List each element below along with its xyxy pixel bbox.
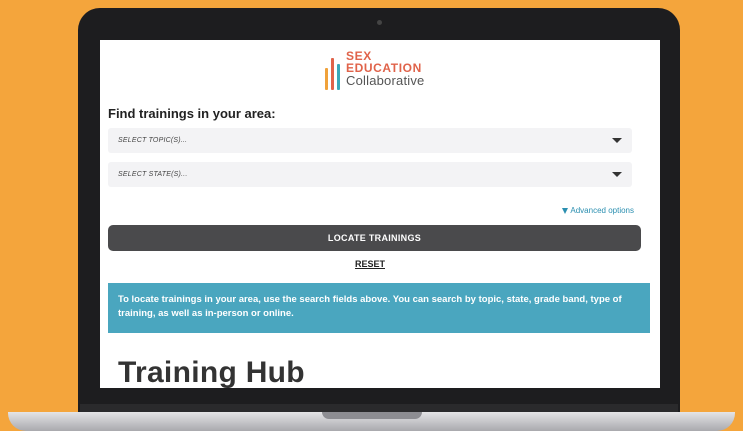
caret-down-icon xyxy=(612,138,622,143)
filter-icon xyxy=(562,207,569,214)
find-trainings-heading: Find trainings in your area: xyxy=(108,106,276,121)
camera-dot xyxy=(377,20,382,25)
state-select-placeholder: SELECT STATE(S)... xyxy=(118,171,188,178)
laptop-hinge xyxy=(80,404,678,412)
logo-line-3: Collaborative xyxy=(346,73,425,88)
reset-link[interactable]: RESET xyxy=(100,259,640,269)
logo-text: SEX EDUCATION Collaborative xyxy=(346,50,424,87)
site-logo[interactable]: SEX EDUCATION Collaborative xyxy=(325,50,424,90)
caret-down-icon xyxy=(612,172,622,177)
info-banner: To locate trainings in your area, use th… xyxy=(108,283,650,333)
locate-trainings-button[interactable]: LOCATE TRAININGS xyxy=(108,225,641,251)
laptop-notch xyxy=(322,412,422,419)
topic-select[interactable]: SELECT TOPIC(S)... xyxy=(108,128,632,153)
advanced-options-link[interactable]: Advanced options xyxy=(562,206,634,215)
advanced-options-label: Advanced options xyxy=(570,206,634,215)
topic-select-placeholder: SELECT TOPIC(S)... xyxy=(118,137,188,144)
screen: SEX EDUCATION Collaborative Find trainin… xyxy=(100,40,660,388)
page-title: Training Hub xyxy=(118,356,305,388)
state-select[interactable]: SELECT STATE(S)... xyxy=(108,162,632,187)
logo-bars-icon xyxy=(325,52,343,90)
